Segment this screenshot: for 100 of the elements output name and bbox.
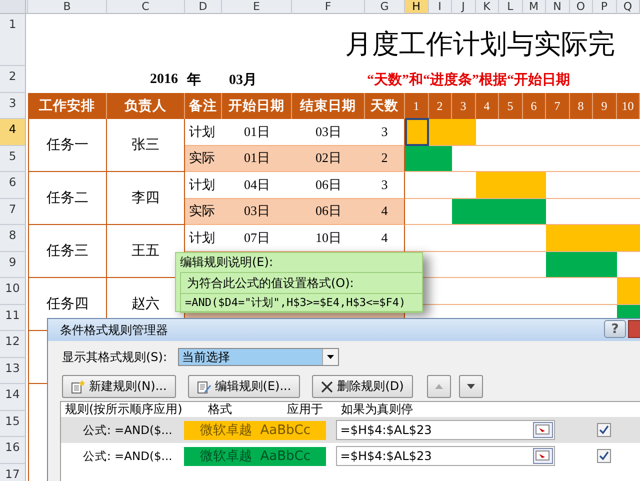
delete-rule-button[interactable]: 删除规则(D): [312, 375, 413, 398]
up-arrow-icon: [434, 384, 443, 389]
range-picker-icon[interactable]: [533, 448, 554, 464]
task-cell: 任务一: [28, 119, 107, 172]
column-header[interactable]: M: [522, 0, 546, 14]
header-cell: 备注: [185, 93, 222, 119]
days-cell: 3: [365, 119, 405, 146]
year-unit-cell-text: 年: [187, 71, 201, 88]
list-column-header: 应用于: [287, 401, 323, 418]
day-header-cell: 2: [428, 93, 452, 119]
edit-rule-button[interactable]: 编辑规则(E)...: [188, 375, 300, 398]
header-cell: 负责人: [107, 93, 185, 119]
formula-field[interactable]: =AND($D4="计划",H$3>=$E4,H$3<=$F4): [181, 293, 422, 312]
column-header[interactable]: G: [365, 0, 405, 14]
rule-text: 公式: =AND($...: [83, 423, 172, 437]
row-header[interactable]: 8: [0, 225, 26, 252]
column-header[interactable]: D: [185, 0, 222, 14]
note-cell: 实际: [185, 198, 222, 225]
days-cell: 4: [365, 225, 405, 252]
start-date-cell: 03日: [222, 198, 292, 225]
move-down-button[interactable]: [458, 375, 483, 398]
row-header[interactable]: 6: [0, 172, 26, 198]
rule-row[interactable]: 公式: =AND($... 微软卓越 AaBbCc =$H$4:$AL$23: [61, 417, 640, 443]
column-header[interactable]: N: [546, 0, 570, 14]
header-cell: 天数: [365, 93, 405, 119]
show-rules-label: 显示其格式规则(S):: [62, 348, 168, 366]
new-rule-button[interactable]: 新建规则(N)...: [62, 375, 176, 398]
column-header[interactable]: J: [452, 0, 476, 14]
note-text: “天数”和“进度条”根据“开始日期: [367, 70, 570, 88]
edit-rule-icon: [196, 380, 211, 394]
column-header[interactable]: F: [292, 0, 365, 14]
row-header[interactable]: 2: [0, 66, 26, 93]
column-header[interactable]: Q: [616, 0, 640, 14]
column-header[interactable]: H: [405, 0, 428, 14]
column-header[interactable]: O: [570, 0, 593, 14]
row-header[interactable]: 17: [0, 464, 26, 481]
day-header-cell: 7: [546, 93, 570, 119]
day-header-cell: 1: [405, 93, 428, 119]
day-header-cell: 10: [616, 93, 640, 119]
row-header[interactable]: 5: [0, 146, 26, 172]
stop-if-true-checkbox[interactable]: [597, 423, 612, 437]
days-cell: 2: [365, 146, 405, 172]
format-preview: 微软卓越 AaBbCc: [184, 446, 326, 466]
row-header[interactable]: 10: [0, 278, 26, 304]
column-header[interactable]: K: [476, 0, 499, 14]
row-header[interactable]: 12: [0, 331, 26, 358]
row-header[interactable]: 13: [0, 358, 26, 384]
column-header[interactable]: I: [428, 0, 452, 14]
list-column-header: 如果为真则停: [341, 401, 413, 418]
applies-to-field[interactable]: =$H$4:$AL$23: [336, 446, 556, 466]
new-rule-icon: [71, 380, 85, 394]
column-header[interactable]: L: [499, 0, 522, 14]
rule-row[interactable]: 公式: =AND($... 微软卓越 AaBbCc =$H$4:$AL$23: [61, 443, 640, 469]
column-header[interactable]: E: [222, 0, 292, 14]
row-header[interactable]: 16: [0, 437, 26, 464]
note-cell: 实际: [185, 146, 222, 172]
row-header[interactable]: 1: [0, 14, 26, 66]
day-header-cell: 8: [570, 93, 593, 119]
row-header[interactable]: 3: [0, 93, 26, 119]
task-cell: 任务二: [28, 172, 107, 225]
end-date-cell: 06日: [292, 198, 365, 225]
sheet-title: 月度工作计划与实际完: [345, 28, 615, 61]
show-rules-dropdown[interactable]: 当前选择: [178, 348, 340, 366]
rule-text: 公式: =AND($...: [83, 449, 172, 463]
day-header-cell: 6: [522, 93, 546, 119]
year-cell: 2016: [150, 72, 178, 88]
owner-cell: 李四: [107, 172, 185, 225]
column-header[interactable]: B: [28, 0, 107, 14]
help-button[interactable]: ?: [604, 320, 626, 338]
row-header[interactable]: 9: [0, 252, 26, 278]
row-header[interactable]: 11: [0, 304, 26, 331]
start-date-cell: 01日: [222, 146, 292, 172]
list-column-header: 格式: [208, 401, 232, 418]
days-cell: 4: [365, 198, 405, 225]
days-cell: 3: [365, 172, 405, 198]
header-cell: 工作安排: [28, 93, 107, 119]
format-preview: 微软卓越 AaBbCc: [184, 420, 326, 440]
range-picker-icon[interactable]: [533, 422, 554, 438]
task-cell: 任务三: [28, 225, 107, 278]
row-header[interactable]: 14: [0, 384, 26, 410]
owner-cell: 张三: [107, 119, 185, 172]
day-header-cell: 9: [593, 93, 616, 119]
stop-if-true-checkbox[interactable]: [597, 449, 612, 463]
row-header[interactable]: 15: [0, 410, 26, 437]
day-header-cell: 5: [499, 93, 522, 119]
list-column-header: 规则(按所示顺序应用): [65, 401, 184, 418]
applies-to-field[interactable]: =$H$4:$AL$23: [336, 420, 556, 440]
end-date-cell: 02日: [292, 146, 365, 172]
month-cell-text: 03月: [229, 72, 257, 88]
down-arrow-icon: [466, 384, 475, 389]
column-header[interactable]: C: [107, 0, 185, 14]
day-header-cell: 3: [452, 93, 476, 119]
header-cell: 结束日期: [292, 93, 365, 119]
row-header[interactable]: 7: [0, 198, 26, 225]
header-cell: 开始日期: [222, 93, 292, 119]
move-up-button[interactable]: [426, 375, 451, 398]
dropdown-arrow-icon: [327, 355, 334, 359]
column-header[interactable]: P: [593, 0, 616, 14]
row-header[interactable]: 4: [0, 119, 26, 146]
formula-label: 为符合此公式的值设置格式(O):: [186, 275, 355, 292]
